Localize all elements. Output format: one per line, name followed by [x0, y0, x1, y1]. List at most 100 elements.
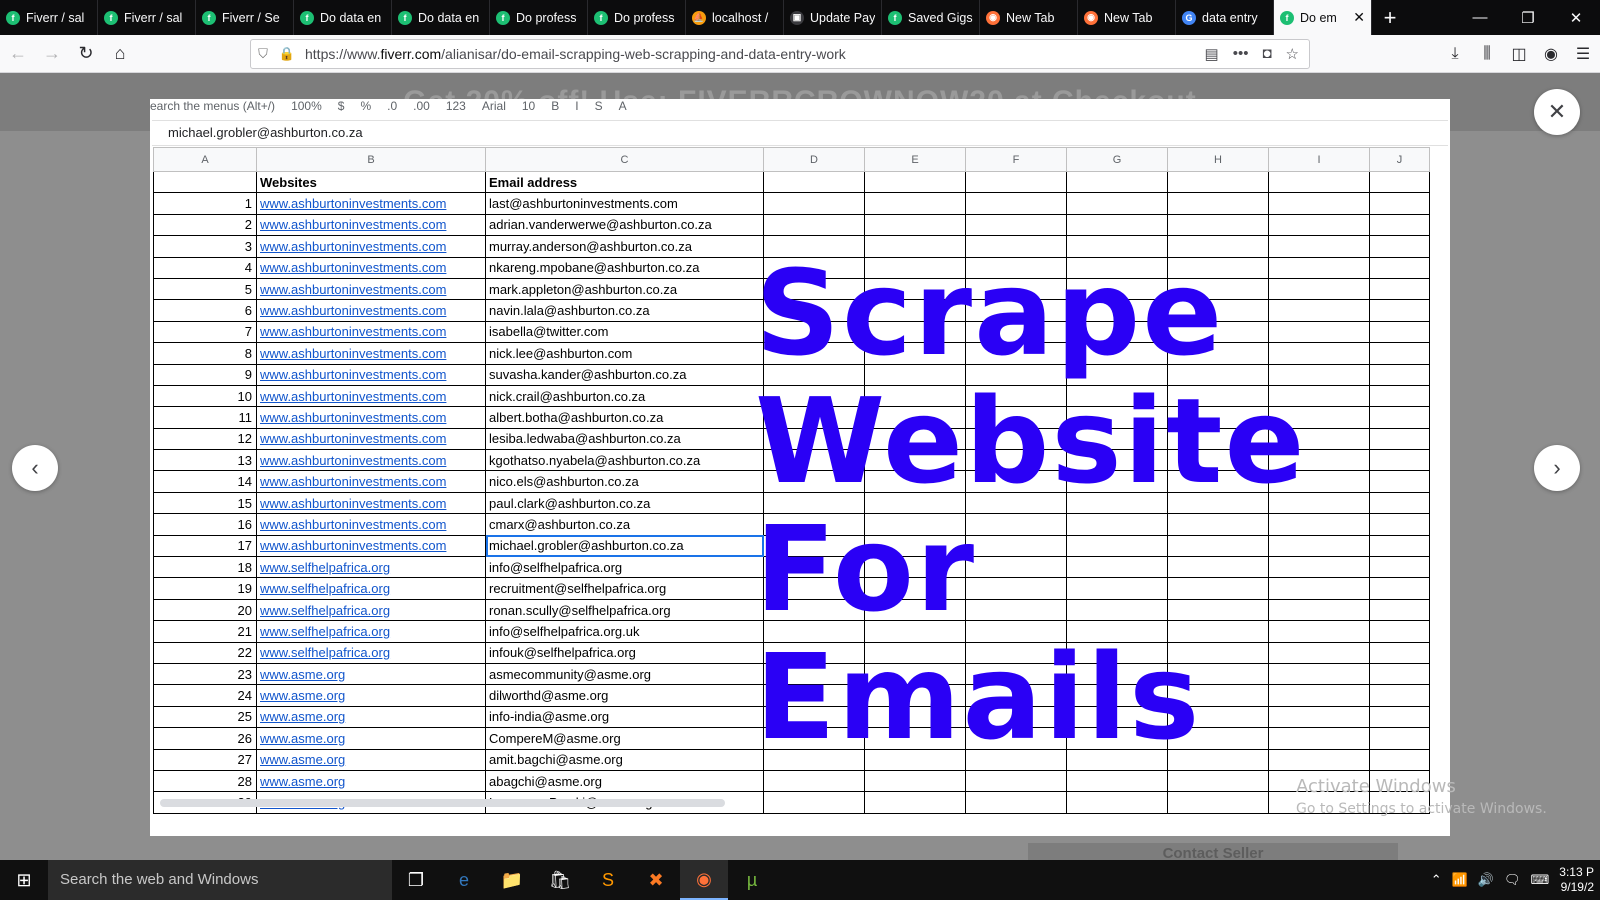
- column-header: D: [763, 147, 865, 172]
- browser-tab[interactable]: f Saved Gigs: [882, 0, 980, 35]
- column-header: H: [1167, 147, 1269, 172]
- restore-icon[interactable]: ❐: [1504, 0, 1552, 35]
- home-button[interactable]: ⌂: [104, 38, 136, 70]
- email-cell: suvasha.kander@ashburton.co.za: [485, 363, 764, 386]
- column-header: I: [1268, 147, 1370, 172]
- website-link: www.selfhelpafrica.org: [256, 598, 486, 622]
- website-link: www.ashburtoninvestments.com: [256, 235, 486, 258]
- close-window-icon[interactable]: ✕: [1552, 0, 1600, 35]
- xampp-icon[interactable]: ✖: [632, 860, 680, 900]
- table-row: 18 www.selfhelpafrica.org info@selfhelpafr…: [153, 556, 1430, 579]
- toolbar-item: I: [575, 99, 579, 113]
- row-number: 11: [153, 406, 257, 429]
- browser-tab[interactable]: f Fiverr / sal: [0, 0, 98, 35]
- row-number: 27: [153, 748, 257, 771]
- horizontal-scrollbar[interactable]: [160, 799, 725, 807]
- notifications-icon[interactable]: 🗨: [1504, 872, 1521, 888]
- column-header: E: [864, 147, 966, 172]
- task-view-icon[interactable]: ❐: [392, 860, 440, 900]
- watermark-line-2: Go to Settings to activate Windows.: [1296, 801, 1547, 817]
- website-link: www.ashburtoninvestments.com: [256, 449, 486, 472]
- previous-image-button[interactable]: ‹: [12, 445, 58, 491]
- table-row: 16 www.ashburtoninvestments.com cmarx@ashb…: [153, 513, 1430, 536]
- tab-label: Fiverr / sal: [26, 10, 85, 25]
- email-cell: mark.appleton@ashburton.co.za: [485, 277, 764, 301]
- volume-icon[interactable]: 🔊: [1478, 872, 1494, 888]
- reload-button[interactable]: ↻: [70, 38, 102, 70]
- browser-tab[interactable]: f Do profess: [588, 0, 686, 35]
- lock-icon[interactable]: 🔒: [275, 46, 299, 62]
- account-icon[interactable]: ◉: [1540, 38, 1562, 70]
- row-number: 26: [153, 727, 257, 750]
- sidebar-icon[interactable]: ◫: [1508, 38, 1530, 70]
- url-text[interactable]: https://www.fiverr.com/alianisar/do-emai…: [305, 46, 1205, 62]
- table-row: 28 www.asme.org abagchi@asme.org: [153, 769, 1430, 793]
- windows-start-icon[interactable]: ⊞: [0, 860, 48, 900]
- taskbar-search-box[interactable]: Search the web and Windows: [48, 860, 392, 900]
- row-number: 23: [153, 662, 257, 686]
- menu-icon[interactable]: ☰: [1572, 38, 1594, 70]
- fiverr-icon: f: [496, 10, 510, 25]
- utorrent-icon[interactable]: µ: [728, 860, 776, 900]
- table-row: 14 www.ashburtoninvestments.com nico.els@a…: [153, 470, 1430, 493]
- forward-button[interactable]: →: [36, 38, 68, 70]
- pocket-icon[interactable]: ◘: [1262, 45, 1271, 63]
- browser-tab[interactable]: ◉ New Tab: [1078, 0, 1176, 35]
- email-cell: adrian.vanderwerwe@ashburton.co.za: [485, 213, 764, 237]
- browser-tab[interactable]: f Do data en: [392, 0, 490, 35]
- browser-tab[interactable]: ◉ New Tab: [980, 0, 1078, 35]
- website-link: www.selfhelpafrica.org: [256, 641, 486, 664]
- firefox-icon: ◉: [986, 10, 1000, 25]
- table-row: 23 www.asme.org asmecommunity@asme.org: [153, 662, 1430, 686]
- shield-icon[interactable]: ⛉: [251, 46, 275, 62]
- fiverr-icon: f: [594, 10, 608, 25]
- browser-tab[interactable]: f Do em ✕: [1274, 0, 1372, 35]
- contact-seller-button[interactable]: Contact Seller: [1028, 843, 1398, 860]
- page-actions-icon[interactable]: •••: [1233, 45, 1249, 63]
- browser-tab[interactable]: f Do profess: [490, 0, 588, 35]
- browser-tab[interactable]: Gdata entry: [1176, 0, 1274, 35]
- downloads-icon[interactable]: ⤓: [1444, 38, 1466, 70]
- file-explorer-icon[interactable]: 📁: [488, 860, 536, 900]
- close-gallery-button[interactable]: ✕: [1534, 89, 1580, 135]
- clock[interactable]: 3:13 P 9/19/2: [1559, 865, 1594, 895]
- browser-tab[interactable]: f Do data en: [294, 0, 392, 35]
- new-tab-button[interactable]: +: [1372, 0, 1408, 35]
- fiverr-icon: f: [104, 10, 118, 25]
- tray-chevron-icon[interactable]: ⌃: [1431, 872, 1442, 888]
- browser-tab[interactable]: ⛵ localhost /: [686, 0, 784, 35]
- table-row: 2 www.ashburtoninvestments.com adrian.vand…: [153, 213, 1430, 237]
- website-link: www.asme.org: [256, 662, 486, 686]
- store-icon[interactable]: 🛍: [536, 860, 584, 900]
- row-number: 10: [153, 384, 257, 408]
- browser-tab[interactable]: f Fiverr / sal: [98, 0, 196, 35]
- back-button[interactable]: ←: [2, 38, 34, 70]
- network-icon[interactable]: 📶: [1452, 872, 1468, 888]
- close-tab-icon[interactable]: ✕: [1353, 9, 1365, 26]
- address-bar[interactable]: ⛉ 🔒 https://www.fiverr.com/alianisar/do-…: [250, 39, 1310, 69]
- row-number: 1: [153, 192, 257, 215]
- fiverr-icon: f: [398, 10, 412, 25]
- browser-tab[interactable]: ▣ Update Pay: [784, 0, 882, 35]
- keyboard-icon[interactable]: ⌨: [1531, 872, 1550, 888]
- table-row: 25 www.asme.org info-india@asme.org: [153, 705, 1430, 729]
- reader-view-icon[interactable]: ▤: [1205, 45, 1219, 63]
- page-icon: ▣: [790, 10, 804, 25]
- website-link: www.ashburtoninvestments.com: [256, 384, 486, 408]
- firefox-icon[interactable]: ◉: [680, 860, 728, 900]
- browser-tab[interactable]: f Fiverr / Se: [196, 0, 294, 35]
- email-cell: lesiba.ledwaba@ashburton.co.za: [485, 427, 764, 451]
- library-icon[interactable]: ⫼: [1476, 38, 1498, 70]
- website-link: www.asme.org: [256, 684, 486, 707]
- edge-icon[interactable]: e: [440, 860, 488, 900]
- table-row: 20 www.selfhelpafrica.org ronan.scully@sel…: [153, 598, 1430, 622]
- bookmark-star-icon[interactable]: ☆: [1286, 45, 1299, 63]
- table-row: 17 www.ashburtoninvestments.com michael.gr…: [153, 534, 1430, 558]
- website-link: www.ashburtoninvestments.com: [256, 534, 486, 558]
- table-row: 21 www.selfhelpafrica.org info@selfhelpafr…: [153, 620, 1430, 643]
- minimize-icon[interactable]: —: [1456, 0, 1504, 35]
- sublime-icon[interactable]: S: [584, 860, 632, 900]
- row-number: 14: [153, 470, 257, 493]
- clock-date: 9/19/2: [1560, 880, 1594, 894]
- next-image-button[interactable]: ›: [1534, 445, 1580, 491]
